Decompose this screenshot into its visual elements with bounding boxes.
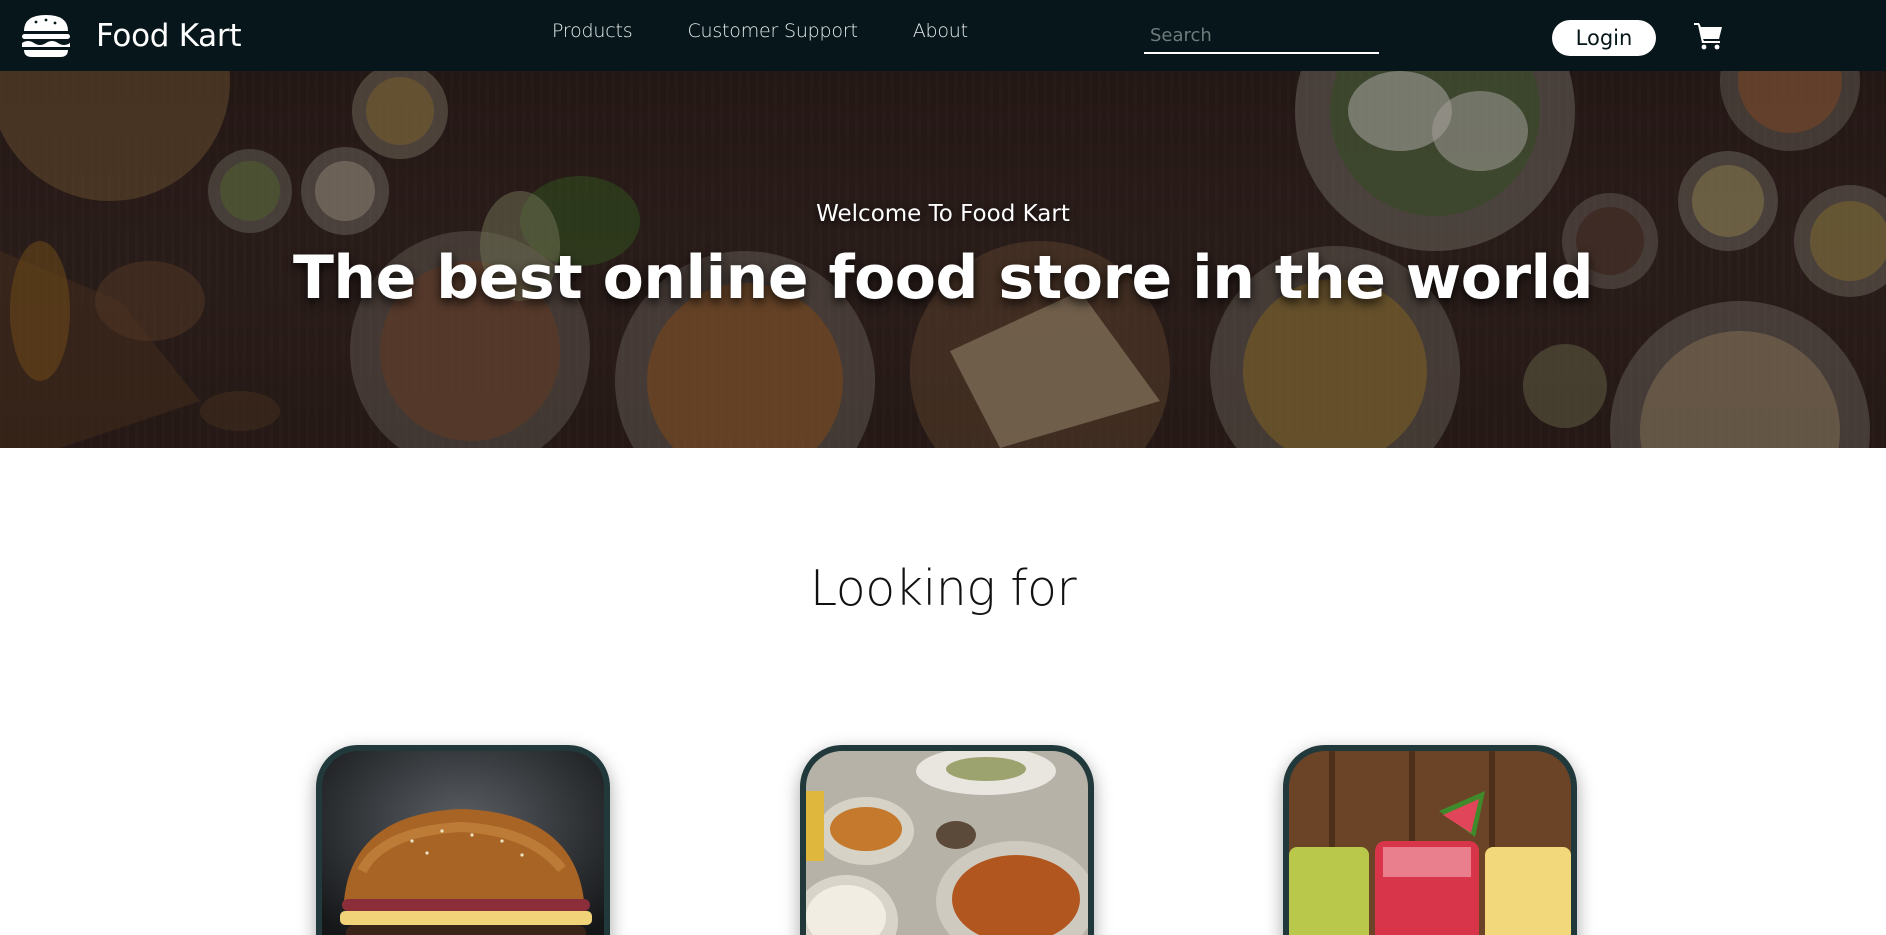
brand-name: Food Kart — [96, 18, 242, 54]
nav-link-products[interactable]: Products — [552, 20, 633, 42]
shopping-cart-icon[interactable] — [1693, 20, 1723, 50]
burger-photo — [322, 751, 604, 935]
nav-links: Products Customer Support About — [552, 20, 1023, 42]
burger-icon — [22, 15, 70, 57]
category-card-indian-thali[interactable] — [800, 745, 1094, 935]
hero-headline: The best online food store in the world — [292, 243, 1594, 313]
brand[interactable]: Food Kart — [20, 12, 241, 60]
indian-thali-photo — [806, 751, 1088, 935]
juice-drinks-photo — [1289, 751, 1571, 935]
nav-link-about[interactable]: About — [913, 20, 968, 42]
search-input[interactable] — [1144, 20, 1375, 50]
navbar: Food Kart Products Customer Support Abou… — [0, 0, 1886, 71]
section-title-looking-for: Looking for — [809, 560, 1077, 617]
category-card-burger[interactable] — [316, 745, 610, 935]
search-bar — [1144, 18, 1379, 54]
hero-banner: Welcome To Food Kart The best online foo… — [0, 71, 1886, 448]
nav-link-customer-support[interactable]: Customer Support — [687, 20, 857, 42]
hero-welcome-text: Welcome To Food Kart — [816, 201, 1070, 227]
category-card-juices[interactable] — [1283, 745, 1577, 935]
login-button[interactable]: Login — [1552, 20, 1656, 56]
